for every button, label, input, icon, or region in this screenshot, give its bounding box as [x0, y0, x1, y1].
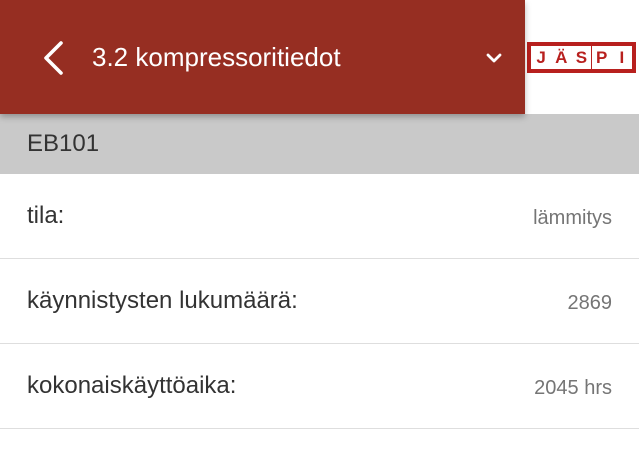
logo-letter: I	[611, 46, 632, 69]
info-list: tila: lämmitys käynnistysten lukumäärä: …	[0, 174, 639, 429]
back-button[interactable]	[30, 32, 80, 82]
row-value: 2045 hrs	[534, 377, 612, 399]
page-title: 3.2 kompressoritiedot	[92, 42, 341, 72]
list-item-tila: tila: lämmitys	[0, 174, 639, 259]
jaspi-logo: J Ä S P I	[527, 42, 636, 73]
logo-letter: S	[571, 46, 592, 69]
section-header: EB101	[0, 114, 639, 174]
app-screen: 3.2 kompressoritiedot J Ä S P I EB101 ti…	[0, 0, 639, 450]
section-title: EB101	[27, 130, 100, 157]
row-label: käynnistysten lukumäärä:	[27, 287, 298, 314]
list-item-start-count: käynnistysten lukumäärä: 2869	[0, 259, 639, 344]
chevron-down-icon	[486, 53, 502, 63]
brand-logo-area: J Ä S P I	[525, 0, 639, 114]
row-value: 2869	[567, 292, 613, 314]
logo-letter: P	[591, 46, 612, 69]
logo-letter: J	[531, 46, 552, 69]
row-label: kokonaiskäyttöaika:	[27, 372, 237, 399]
page-menu-dropdown-button[interactable]	[476, 40, 512, 76]
row-value: lämmitys	[533, 207, 612, 229]
chevron-left-icon	[44, 41, 63, 75]
list-item-total-runtime: kokonaiskäyttöaika: 2045 hrs	[0, 344, 639, 429]
logo-letter: Ä	[551, 46, 572, 69]
top-app-bar: 3.2 kompressoritiedot	[0, 0, 525, 114]
row-label: tila:	[27, 202, 65, 229]
